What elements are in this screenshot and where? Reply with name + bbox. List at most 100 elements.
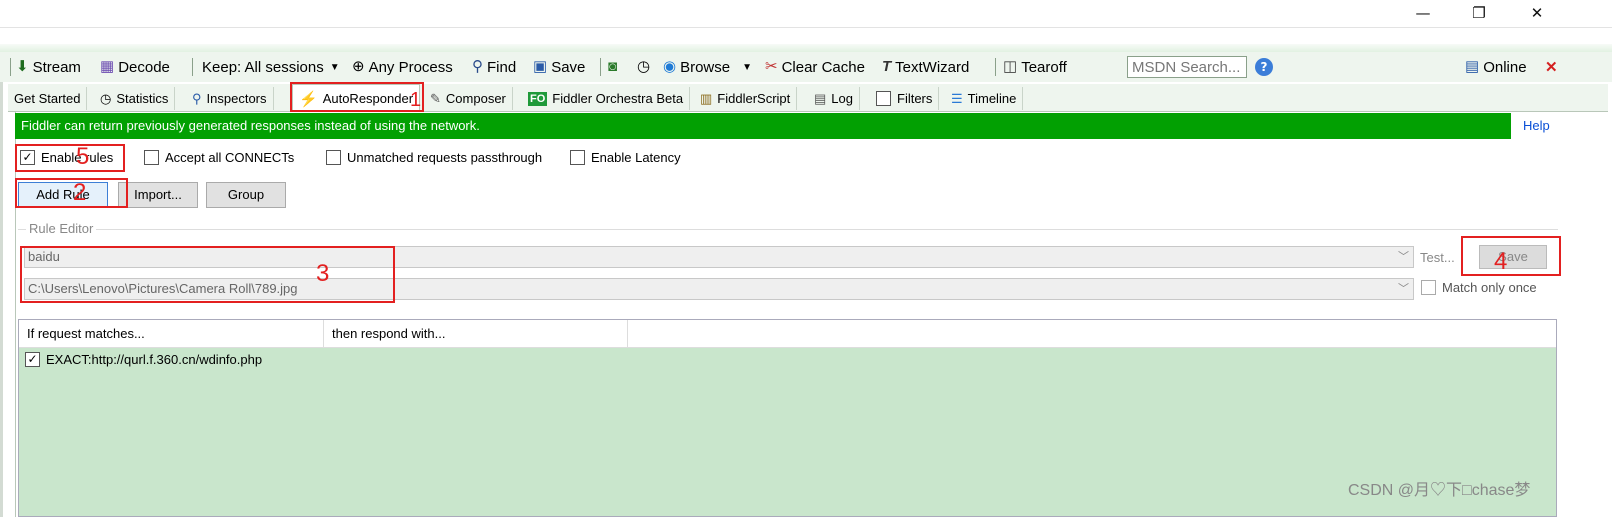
close-toolbar-icon[interactable]: ✕	[1545, 56, 1558, 78]
tearoff-label: Tearoff	[1021, 58, 1067, 76]
timer-button[interactable]: ◷	[637, 56, 654, 78]
chevron-down-icon[interactable]: ﹀	[1398, 247, 1409, 267]
tab-label: Timeline	[967, 91, 1017, 106]
tab-label: AutoResponder	[322, 91, 414, 106]
save-rule-button[interactable]: Save	[1479, 245, 1547, 269]
tab-composer[interactable]: ✎ Composer	[424, 87, 513, 110]
text-wizard-icon: T	[882, 58, 892, 75]
tab-label: Get Started	[14, 91, 81, 106]
script-icon: ▥	[700, 90, 713, 106]
accept-connects-label: Accept all CONNECTs	[165, 150, 295, 165]
annotation-number: 4	[1494, 248, 1508, 275]
checkbox-checked-icon: ✓	[20, 150, 35, 165]
tab-label: Inspectors	[206, 91, 267, 106]
tab-statistics[interactable]: ◷ Statistics	[94, 87, 176, 110]
textwizard-button[interactable]: T TextWizard	[882, 56, 969, 78]
checkbox-icon	[326, 150, 341, 165]
tab-label: FiddlerScript	[717, 91, 791, 106]
any-process-button[interactable]: ⊕ Any Process	[352, 56, 453, 78]
tab-label: Filters	[897, 91, 933, 106]
checkbox-checked-icon[interactable]: ✓	[25, 352, 40, 367]
import-button[interactable]: Import...	[118, 182, 198, 208]
annotation-number: 3	[316, 260, 330, 287]
toolbar-separator	[995, 58, 996, 76]
watermark: CSDN @月♡下□chase梦	[1348, 482, 1531, 499]
tab-timeline[interactable]: ☰ Timeline	[945, 87, 1024, 110]
column-header-match[interactable]: If request matches...	[19, 320, 324, 348]
main-toolbar: ⬇ Stream ▦ Decode Keep: All sessions ▼ ⊕…	[0, 52, 1612, 82]
tab-label: Log	[831, 91, 853, 106]
find-label: Find	[487, 58, 517, 76]
unmatched-passthrough-label: Unmatched requests passthrough	[347, 150, 543, 165]
table-row[interactable]: ✓ EXACT:http://qurl.f.360.cn/wdinfo.php	[25, 352, 262, 367]
dropdown-arrow-icon: ▼	[329, 61, 340, 73]
chevron-down-icon[interactable]: ﹀	[1398, 279, 1409, 299]
rule-match-input[interactable]: baidu ﹀	[24, 246, 1414, 268]
browse-dropdown-arrow-icon: ▼	[742, 61, 753, 73]
group-button[interactable]: Group	[206, 182, 286, 208]
toolbar-separator	[10, 58, 11, 76]
stream-label: Stream	[32, 58, 81, 76]
close-window-button[interactable]: ✕	[1514, 0, 1560, 28]
msdn-search-input[interactable]	[1127, 56, 1247, 78]
online-button[interactable]: ▤ Online	[1465, 56, 1527, 78]
tab-fiddlerscript[interactable]: ▥ FiddlerScript	[694, 87, 798, 110]
checkbox-icon	[570, 150, 585, 165]
tab-label: Fiddler Orchestra Beta	[552, 91, 684, 106]
match-only-once-checkbox[interactable]: Match only once	[1421, 280, 1537, 295]
enable-rules-checkbox[interactable]: ✓ Enable rules	[20, 150, 113, 165]
textwizard-label: TextWizard	[895, 58, 970, 76]
browser-icon: ◉	[663, 58, 677, 75]
accept-connects-checkbox[interactable]: Accept all CONNECTs	[144, 150, 294, 165]
rule-respond-value: C:\Users\Lenovo\Pictures\Camera Roll\789…	[28, 281, 298, 296]
annotation-number: 5	[76, 143, 90, 170]
column-header-respond[interactable]: then respond with...	[324, 320, 628, 348]
lightning-icon: ⚡	[299, 90, 318, 108]
save-icon: ▣	[533, 58, 548, 75]
info-banner: Fiddler can return previously generated …	[15, 113, 1511, 139]
save-toolbar-label: Save	[551, 58, 586, 76]
checkbox-icon	[1421, 280, 1436, 295]
clear-cache-button[interactable]: ✂ Clear Cache	[765, 56, 865, 78]
help-link[interactable]: Help	[1523, 118, 1550, 133]
help-icon[interactable]: ?	[1255, 58, 1273, 76]
browse-button[interactable]: ◉ Browse ▼	[663, 56, 752, 78]
tearoff-button[interactable]: ◫ Tearoff	[1003, 56, 1067, 78]
decode-label: Decode	[118, 58, 170, 76]
rules-table: If request matches... then respond with.…	[18, 319, 1557, 517]
tab-strip: Get Started ◷ Statistics ⚲ Inspectors ⚡ …	[8, 84, 1608, 112]
match-only-once-label: Match only once	[1442, 280, 1537, 295]
minimize-button[interactable]: —	[1400, 0, 1446, 28]
rule-respond-input[interactable]: C:\Users\Lenovo\Pictures\Camera Roll\789…	[24, 278, 1414, 300]
camera-icon: ◙	[608, 58, 618, 75]
clear-cache-label: Clear Cache	[781, 58, 865, 76]
tab-get-started[interactable]: Get Started	[8, 87, 88, 110]
rule-editor-label: Rule Editor	[26, 221, 97, 236]
stopwatch-icon: ◷	[100, 90, 112, 106]
window-left-border	[0, 52, 3, 517]
annotation-number: 2	[73, 179, 87, 206]
find-button[interactable]: ⚲ Find	[472, 56, 516, 78]
magnifier-icon: ⚲	[192, 90, 202, 106]
tab-fiddler-orchestra[interactable]: FO Fiddler Orchestra Beta	[522, 87, 691, 110]
add-rule-button[interactable]: Add Rule	[18, 182, 108, 208]
unmatched-passthrough-checkbox[interactable]: Unmatched requests passthrough	[326, 150, 542, 165]
decode-button[interactable]: ▦ Decode	[100, 56, 170, 78]
pencil-icon: ✎	[430, 90, 441, 106]
rules-table-header: If request matches... then respond with.…	[19, 320, 1556, 348]
stream-button[interactable]: ⬇ Stream	[16, 56, 81, 78]
enable-latency-checkbox[interactable]: Enable Latency	[570, 150, 681, 165]
tab-filters[interactable]: Filters	[870, 87, 940, 110]
decode-icon: ▦	[100, 58, 115, 75]
rule-match-cell: EXACT:http://qurl.f.360.cn/wdinfo.php	[46, 352, 263, 367]
screenshot-button[interactable]: ◙	[608, 56, 621, 78]
keep-sessions-dropdown[interactable]: Keep: All sessions ▼	[202, 56, 340, 78]
tab-log[interactable]: ▤ Log	[808, 87, 860, 110]
restore-button[interactable]: ❐	[1456, 0, 1502, 28]
tab-inspectors[interactable]: ⚲ Inspectors	[186, 87, 274, 110]
tab-autoresponder[interactable]: ⚡ AutoResponder	[292, 84, 421, 112]
save-toolbar-button[interactable]: ▣ Save	[533, 56, 585, 78]
test-link[interactable]: Test...	[1420, 250, 1455, 265]
clear-cache-icon: ✂	[765, 58, 778, 75]
tab-label: Statistics	[116, 91, 169, 106]
